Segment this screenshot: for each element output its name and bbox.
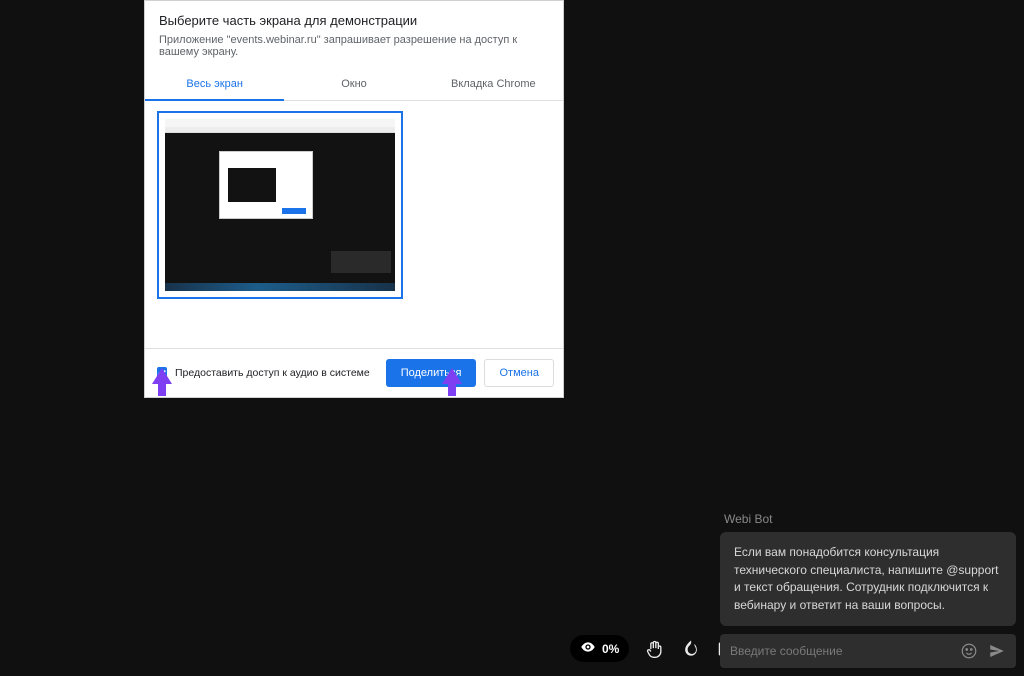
viewers-count: 0% (602, 642, 619, 656)
annotation-arrow-icon (152, 368, 172, 384)
screen-share-modal: Выберите часть экрана для демонстрации П… (144, 0, 564, 398)
modal-footer: Предоставить доступ к аудио в системе По… (145, 349, 563, 397)
screen-thumbnail-1[interactable] (157, 111, 403, 299)
chat-input-row (720, 634, 1016, 668)
share-tabs: Весь экран Окно Вкладка Chrome (145, 70, 563, 101)
annotation-arrow-icon (442, 368, 462, 384)
viewers-badge[interactable]: 0% (570, 635, 629, 662)
chat-bot-message: Если вам понадобится консультация технич… (720, 532, 1016, 626)
tab-chrome-tab[interactable]: Вкладка Chrome (424, 70, 563, 100)
screen-thumbnail-image (165, 119, 395, 291)
tab-window[interactable]: Окно (284, 70, 423, 100)
fire-icon[interactable] (681, 639, 701, 659)
modal-title: Выберите часть экрана для демонстрации (159, 13, 549, 28)
webinar-toolbar: 0% (570, 635, 737, 662)
share-button[interactable]: Поделиться (386, 359, 477, 387)
emoji-icon[interactable] (960, 642, 978, 660)
raise-hand-icon[interactable] (645, 639, 665, 659)
send-icon[interactable] (988, 642, 1006, 660)
chat-panel: Webi Bot Если вам понадобится консультац… (720, 512, 1016, 668)
modal-subtitle: Приложение "events.webinar.ru" запрашива… (159, 34, 549, 58)
cancel-button[interactable]: Отмена (484, 359, 553, 387)
eye-icon (580, 639, 596, 658)
share-audio-label: Предоставить доступ к аудио в системе (175, 367, 370, 379)
chat-input[interactable] (730, 644, 950, 658)
tab-entire-screen[interactable]: Весь экран (145, 70, 284, 100)
chat-bot-name: Webi Bot (724, 512, 1016, 526)
screen-previews (145, 101, 563, 349)
modal-header: Выберите часть экрана для демонстрации П… (145, 1, 563, 62)
